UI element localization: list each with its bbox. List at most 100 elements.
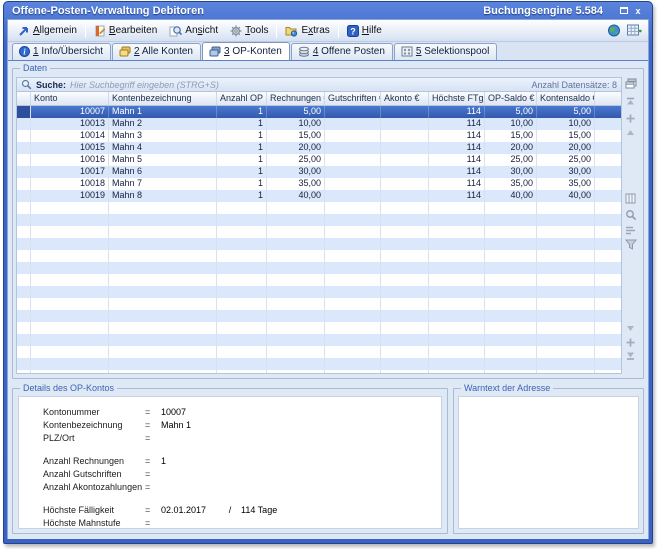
details-group: Details des OP-Kontos Kontonummer=10007K… (12, 388, 448, 534)
column-chooser-icon[interactable] (625, 78, 637, 89)
window-title: Offene-Posten-Verwaltung Debitoren (12, 5, 483, 17)
sort-list-icon[interactable] (625, 226, 637, 235)
table-empty-row (17, 226, 621, 238)
detail-field-row: Kontonummer=10007 (43, 405, 441, 418)
grid-toolbar (622, 77, 640, 374)
warntext-group-label: Warntext der Adresse (461, 383, 553, 393)
detail-field-row: Anzahl Gutschriften= (43, 467, 441, 480)
table-empty-row (17, 262, 621, 274)
search-icon (21, 79, 32, 90)
column-header[interactable]: Konto (31, 92, 109, 105)
detail-label: Höchste Mahnstufe (43, 518, 145, 528)
filter-icon[interactable] (625, 239, 637, 250)
svg-text:?: ? (350, 26, 356, 36)
detail-field-row: PLZ/Ort= (43, 431, 441, 444)
restore-button[interactable] (617, 4, 631, 17)
detail-label: PLZ/Ort (43, 433, 145, 443)
detail-value: Mahn 1 (161, 420, 219, 430)
arrow-up-right-icon (18, 25, 30, 37)
detail-field-row: Höchste Fälligkeit=02.01.2017/114 Tage (43, 503, 441, 516)
view-magnifier-icon (169, 25, 182, 37)
tab-info-uebersicht[interactable]: i 1 Info/Übersicht (12, 43, 111, 60)
detail-value: 1 (161, 456, 219, 466)
menu-bar: Allgemein Bearbeiten Ansicht Tools (8, 20, 648, 42)
menu-allgemein[interactable]: Allgemein (12, 23, 83, 39)
table-empty-row (17, 310, 621, 322)
close-button[interactable]: x (631, 4, 645, 17)
table-empty-row (17, 286, 621, 298)
details-fields: Kontonummer=10007Kontenbezeichnung=Mahn … (19, 397, 441, 529)
record-count: Anzahl Datensätze: 8 (531, 80, 617, 90)
menu-extras[interactable]: Extras (279, 23, 335, 39)
gear-icon (230, 25, 242, 37)
table-empty-row (17, 238, 621, 250)
equals-sign: = (145, 469, 161, 479)
go-prev-icon[interactable] (625, 129, 636, 136)
details-group-label: Details des OP-Kontos (20, 383, 117, 393)
daten-group-label: Daten (20, 63, 50, 73)
table-row[interactable]: 10016Mahn 5125,0011425,0025,00 (17, 154, 621, 166)
table-row[interactable]: 10015Mahn 4120,0011420,0020,00 (17, 142, 621, 154)
table-row[interactable]: 10017Mahn 6130,0011430,0030,00 (17, 166, 621, 178)
table-row[interactable]: 10019Mahn 8140,0011440,0040,00 (17, 190, 621, 202)
search-bar: Suche: Anzahl Datensätze: 8 (16, 77, 622, 92)
column-header[interactable]: OP-Saldo € (485, 92, 537, 105)
column-header[interactable]: Kontensaldo € (537, 92, 595, 105)
menu-bearbeiten[interactable]: Bearbeiten (88, 23, 163, 39)
table-row[interactable]: 10013Mahn 2110,0011410,0010,00 (17, 118, 621, 130)
info-icon: i (19, 46, 30, 57)
detail-label: Anzahl Akontozahlungen (43, 482, 145, 492)
go-up-icon[interactable] (625, 113, 636, 124)
table-empty-row (17, 334, 621, 346)
equals-sign: = (145, 420, 161, 430)
tab-strip: i 1 Info/Übersicht 2 Alle Konten 3 OP-Ko… (8, 42, 648, 61)
column-header[interactable]: Akonto € (381, 92, 429, 105)
column-header[interactable]: Höchste FTg. (429, 92, 485, 105)
go-next-icon[interactable] (625, 325, 636, 332)
tab-alle-konten[interactable]: 2 Alle Konten (112, 43, 201, 60)
tab-op-konten[interactable]: 3 OP-Konten (202, 42, 290, 60)
equals-sign: = (145, 505, 161, 515)
op-konten-table: KontoKontenbezeichnungAnzahl OPRechnunge… (16, 92, 622, 374)
detail-label: Kontonummer (43, 407, 145, 417)
table-row[interactable]: 10014Mahn 3115,0011415,0015,00 (17, 130, 621, 142)
menu-tools[interactable]: Tools (224, 23, 274, 39)
columns-icon[interactable] (625, 193, 636, 204)
tab-selektionspool[interactable]: 5 Selektionspool (394, 43, 497, 60)
menu-separator (338, 23, 339, 38)
detail-value-2: 114 Tage (241, 505, 277, 515)
go-bottom-icon[interactable] (625, 351, 636, 360)
menu-ansicht[interactable]: Ansicht (163, 23, 224, 39)
app-window: Offene-Posten-Verwaltung Debitoren Buchu… (3, 1, 653, 544)
table-empty-row (17, 250, 621, 262)
search-input[interactable] (70, 79, 527, 91)
table-empty-row (17, 298, 621, 310)
table-empty-row (17, 346, 621, 358)
globe-icon[interactable] (607, 24, 621, 37)
menu-hilfe[interactable]: ? Hilfe (341, 23, 388, 39)
column-header[interactable]: Rechnungen € (267, 92, 325, 105)
equals-sign: = (145, 433, 161, 443)
column-header[interactable]: Anzahl OP (217, 92, 267, 105)
table-row[interactable]: 10007Mahn 115,001145,005,00 (17, 106, 621, 118)
table-add-icon[interactable] (627, 24, 642, 37)
go-top-icon[interactable] (625, 97, 636, 106)
help-icon: ? (347, 25, 359, 37)
detail-field-row: Anzahl Rechnungen=1 (43, 454, 441, 467)
daten-group: Daten Suche: Anzahl Datensätze: 8 KontoK… (12, 68, 644, 379)
detail-field-row: Höchste Mahnstufe= (43, 516, 441, 529)
table-row[interactable]: 10018Mahn 7135,0011435,0035,00 (17, 178, 621, 190)
column-header[interactable]: Kontenbezeichnung (109, 92, 217, 105)
column-header[interactable]: Gutschriften € (325, 92, 381, 105)
zoom-icon[interactable] (625, 209, 637, 221)
detail-value: 02.01.2017 (161, 505, 219, 515)
go-down-icon[interactable] (625, 337, 636, 348)
menu-separator (276, 23, 277, 38)
engine-version: Buchungsengine 5.584 (483, 5, 603, 17)
tab-offene-posten[interactable]: 4 Offene Posten (291, 43, 393, 60)
equals-sign: = (145, 518, 161, 528)
detail-label: Kontenbezeichnung (43, 420, 145, 430)
detail-separator: / (219, 505, 241, 515)
edit-icon (94, 25, 106, 37)
detail-value: 10007 (161, 407, 219, 417)
